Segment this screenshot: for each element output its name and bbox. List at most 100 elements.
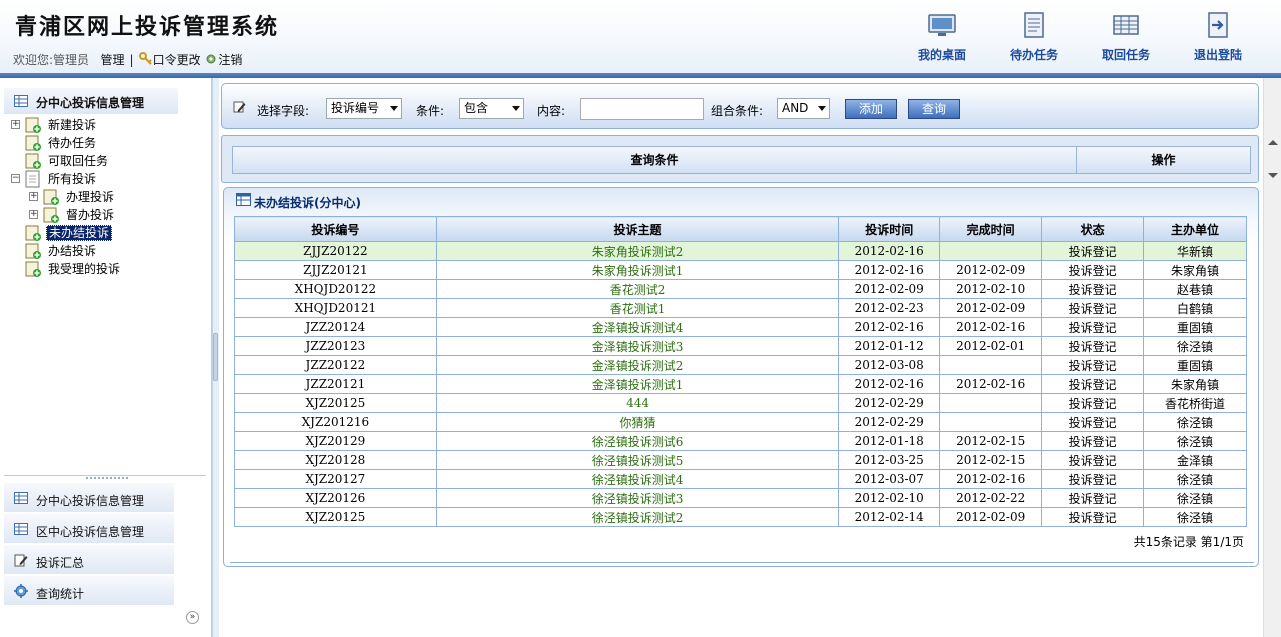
tree-item-retrievable-tasks[interactable]: 可取回任务 <box>8 152 208 170</box>
table-cell: 投诉登记 <box>1041 317 1145 337</box>
tree-label: 所有投诉 <box>48 172 97 186</box>
table-cell: 2012-02-15 <box>939 431 1043 451</box>
table-row[interactable]: XJZ20128 徐泾镇投诉测试5 2012-03-25 2012-02-15 投诉登记… <box>234 450 1247 470</box>
table-cell[interactable]: 徐泾镇投诉测试4 <box>435 469 840 489</box>
table-cell: 投诉登记 <box>1041 298 1145 318</box>
table-cell[interactable]: 朱家角投诉测试2 <box>435 241 840 261</box>
table-row[interactable]: XJZ20127 徐泾镇投诉测试4 2012-03-07 2012-02-16 投诉登记… <box>234 469 1247 489</box>
table-cell: XJZ20125 <box>234 393 437 413</box>
table-row[interactable]: ZJJZ20122 朱家角投诉测试2 2012-02-16 投诉登记 华新镇 <box>234 241 1247 261</box>
accordion-query-statistics[interactable]: 查询统计 <box>4 576 174 605</box>
app-title: 青浦区网上投诉管理系统 <box>15 14 280 40</box>
table-cell[interactable]: 香花测试2 <box>435 279 840 299</box>
expand-icon[interactable]: + <box>29 210 38 219</box>
table-cell[interactable]: 金泽镇投诉测试1 <box>435 374 840 394</box>
table-cell: 2012-01-12 <box>838 336 941 356</box>
tree-item-pending-tasks[interactable]: 待办任务 <box>8 134 208 152</box>
conditions-header: 查询条件 <box>233 147 1077 173</box>
accordion-complaint-summary[interactable]: 投诉汇总 <box>4 545 174 574</box>
search-button[interactable]: 查询 <box>908 99 960 119</box>
combine-select-value: AND <box>782 101 809 115</box>
column-header[interactable]: 完成时间 <box>939 216 1043 242</box>
table-cell: XJZ20128 <box>234 450 437 470</box>
table-cell: JZZ20123 <box>234 336 437 356</box>
table-row[interactable]: XJZ201216 你猜猜 2012-02-29 投诉登记 徐泾镇 <box>234 412 1247 432</box>
nav-retrieve-tasks[interactable]: 取回任务 <box>1086 10 1166 63</box>
tree-item-new-complaint[interactable]: + 新建投诉 <box>8 116 208 134</box>
nav-my-desktop[interactable]: 我的桌面 <box>902 10 982 63</box>
file-add-icon <box>25 225 41 241</box>
sidebar-resize-grip[interactable] <box>86 477 128 480</box>
table-row[interactable]: ZJJZ20121 朱家角投诉测试1 2012-02-16 2012-02-09 投诉登… <box>234 260 1247 280</box>
condition-select[interactable]: 包含 <box>459 98 524 119</box>
nav-pending-tasks[interactable]: 待办任务 <box>994 10 1074 63</box>
logout-link[interactable]: 注销 <box>218 53 242 67</box>
table-row[interactable]: XHQJD20122 香花测试2 2012-02-09 2012-02-10 投诉登记赵… <box>234 279 1247 299</box>
expand-icon[interactable]: + <box>11 120 20 129</box>
nav-label: 我的桌面 <box>917 48 966 62</box>
tree-item-handle-complaints[interactable]: + 办理投诉 <box>8 188 208 206</box>
table-cell <box>939 393 1043 413</box>
table-cell[interactable]: 444 <box>435 393 840 413</box>
table-cell[interactable]: 徐泾镇投诉测试5 <box>435 450 840 470</box>
tree-item-my-accepted-complaints[interactable]: 我受理的投诉 <box>8 260 208 278</box>
table-cell: 投诉登记 <box>1041 374 1145 394</box>
table-cell: 2012-03-08 <box>838 355 941 375</box>
column-header[interactable]: 投诉时间 <box>838 216 941 242</box>
accordion-district-complaints[interactable]: 区中心投诉信息管理 <box>4 514 174 543</box>
table-cell[interactable]: 朱家角投诉测试1 <box>435 260 840 280</box>
collapse-icon[interactable]: − <box>11 174 20 183</box>
column-header[interactable]: 投诉编号 <box>234 216 437 242</box>
change-password-link[interactable]: 口令更改 <box>153 53 201 67</box>
table-cell <box>939 241 1043 261</box>
column-header[interactable]: 状态 <box>1041 216 1145 242</box>
vertical-scrollbar[interactable] <box>1263 78 1281 637</box>
table-cell: 投诉登记 <box>1041 279 1145 299</box>
splitter-handle[interactable] <box>213 333 218 381</box>
tree-item-unfinished-complaints[interactable]: 未办结投诉 <box>8 224 208 242</box>
column-header[interactable]: 主办单位 <box>1143 216 1247 242</box>
table-row[interactable]: XJZ20126 徐泾镇投诉测试3 2012-02-10 2012-02-22 投诉登记… <box>234 488 1247 508</box>
table-cell: ZJJZ20122 <box>234 241 437 261</box>
scroll-down-icon[interactable] <box>1268 173 1278 178</box>
nav-exit-login[interactable]: 退出登陆 <box>1178 10 1258 63</box>
table-cell: 投诉登记 <box>1041 488 1145 508</box>
table-cell[interactable]: 金泽镇投诉测试4 <box>435 317 840 337</box>
table-cell[interactable]: 香花测试1 <box>435 298 840 318</box>
file-add-icon <box>25 135 41 151</box>
table-cell[interactable]: 徐泾镇投诉测试6 <box>435 431 840 451</box>
combine-select[interactable]: AND <box>777 98 830 119</box>
tree-item-all-complaints[interactable]: − 所有投诉 <box>8 170 208 188</box>
table-row[interactable]: XHQJD20121 香花测试1 2012-02-23 2012-02-09 投诉登记白… <box>234 298 1247 318</box>
double-chevron-icon[interactable]: » <box>186 611 199 624</box>
column-header[interactable]: 投诉主题 <box>435 216 840 242</box>
table-cell[interactable]: 徐泾镇投诉测试2 <box>435 507 840 527</box>
table-cell[interactable]: 金泽镇投诉测试3 <box>435 336 840 356</box>
tree-item-supervise-complaints[interactable]: + 督办投诉 <box>8 206 208 224</box>
table-row[interactable]: JZZ20123 金泽镇投诉测试3 2012-01-12 2012-02-01 投诉登记… <box>234 336 1247 356</box>
table-row[interactable]: JZZ20121 金泽镇投诉测试1 2012-02-16 2012-02-16 投诉登记… <box>234 374 1247 394</box>
table-cell[interactable]: 金泽镇投诉测试2 <box>435 355 840 375</box>
table-row[interactable]: XJZ20125 徐泾镇投诉测试2 2012-02-14 2012-02-09 投诉登记… <box>234 507 1247 527</box>
sidebar-section-title[interactable]: 分中心投诉信息管理 <box>4 88 178 114</box>
accordion-branch-complaints[interactable]: 分中心投诉信息管理 <box>4 483 174 512</box>
tree-item-finished-complaints[interactable]: 办结投诉 <box>8 242 208 260</box>
table-cell: 徐泾镇 <box>1143 336 1247 356</box>
table-row[interactable]: XJZ20129 徐泾镇投诉测试6 2012-01-18 2012-02-15 投诉登记… <box>234 431 1247 451</box>
table-cell: 2012-02-16 <box>838 260 941 280</box>
table-cell: 2012-02-09 <box>939 260 1043 280</box>
content-input[interactable] <box>580 98 704 120</box>
expand-icon[interactable]: + <box>29 192 38 201</box>
table-cell: 重固镇 <box>1143 355 1247 375</box>
table-cell[interactable]: 徐泾镇投诉测试3 <box>435 488 840 508</box>
table-cell[interactable]: 你猜猜 <box>435 412 840 432</box>
table-row[interactable]: XJZ20125 444 2012-02-29 投诉登记 香花桥街道 <box>234 393 1247 413</box>
field-select[interactable]: 投诉编号 <box>326 98 402 119</box>
table-row[interactable]: JZZ20124 金泽镇投诉测试4 2012-02-16 2012-02-16 投诉登记… <box>234 317 1247 337</box>
table-row[interactable]: JZZ20122 金泽镇投诉测试2 2012-03-08 投诉登记 重固镇 <box>234 355 1247 375</box>
scroll-up-icon[interactable] <box>1268 140 1278 145</box>
sidebar: 分中心投诉信息管理 + 新建投诉 待办任务 可取回任务 − 所有投诉 + 办理投… <box>0 78 212 637</box>
table-cell: XJZ20125 <box>234 507 437 527</box>
table-cell: 朱家角镇 <box>1143 374 1247 394</box>
add-button[interactable]: 添加 <box>845 99 897 119</box>
